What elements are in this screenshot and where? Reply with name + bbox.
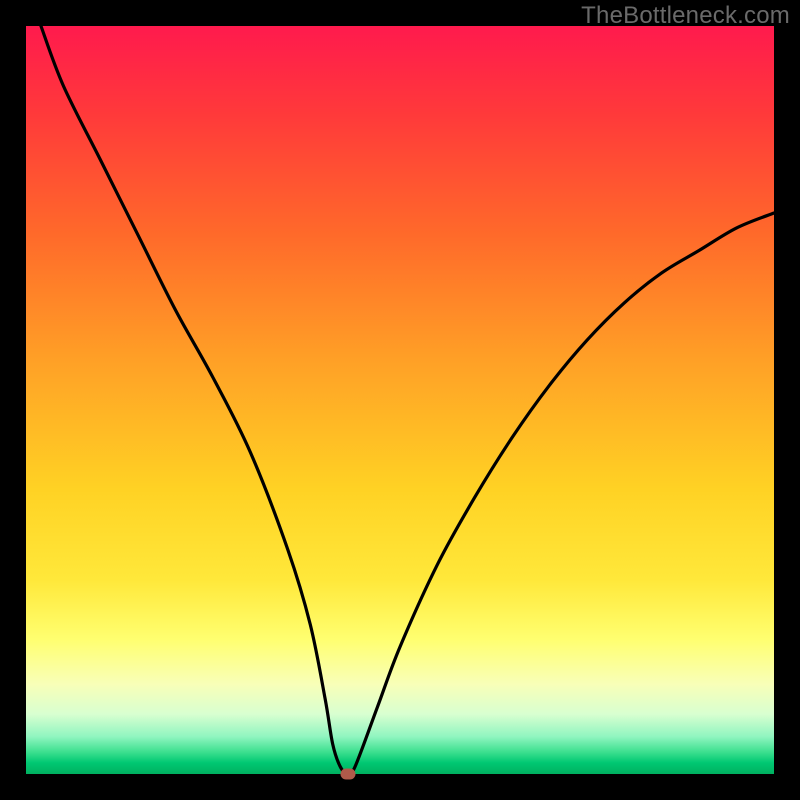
plot-area [26, 26, 774, 774]
bottleneck-curve [26, 26, 774, 774]
optimum-marker [340, 769, 355, 780]
watermark-text: TheBottleneck.com [581, 2, 790, 30]
chart-container: TheBottleneck.com [0, 0, 800, 800]
